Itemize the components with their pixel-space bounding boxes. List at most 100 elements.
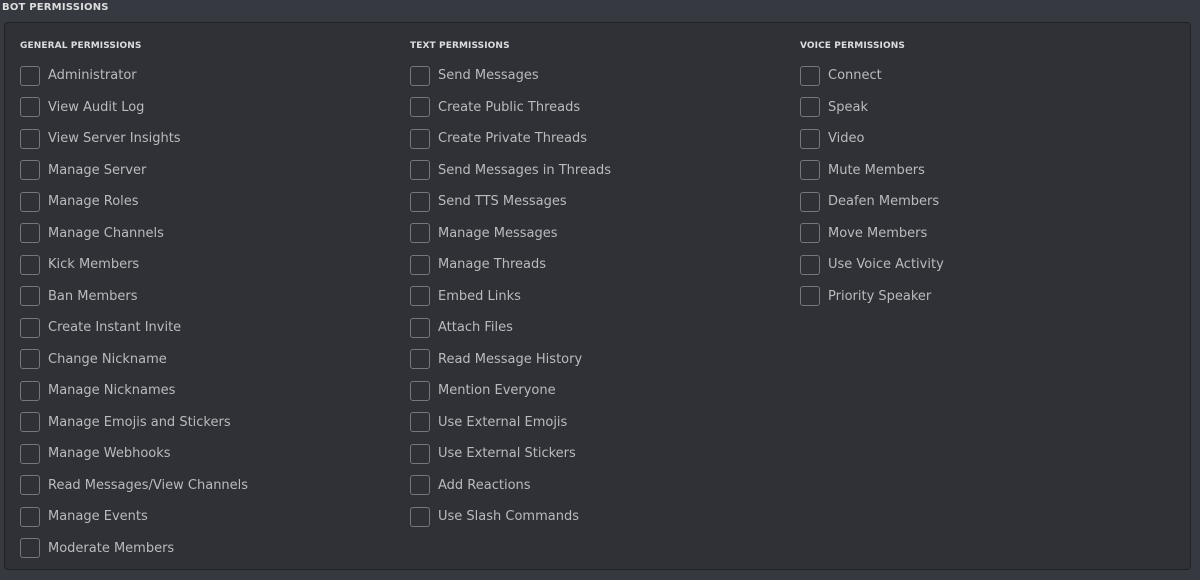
permission-checkbox[interactable] bbox=[20, 349, 40, 370]
permission-label: Create Public Threads bbox=[438, 99, 581, 115]
permission-item[interactable]: Move Members bbox=[800, 218, 944, 250]
general-permissions-list: Administrator View Audit Log View Server I… bbox=[20, 60, 248, 564]
permission-checkbox[interactable] bbox=[20, 223, 40, 244]
permission-label: Manage Emojis and Stickers bbox=[48, 414, 231, 430]
permission-checkbox[interactable] bbox=[800, 191, 820, 212]
permission-checkbox[interactable] bbox=[410, 65, 430, 86]
permission-checkbox[interactable] bbox=[410, 443, 430, 464]
permission-checkbox[interactable] bbox=[410, 286, 430, 307]
permission-checkbox[interactable] bbox=[20, 286, 40, 307]
permission-label: Add Reactions bbox=[438, 477, 531, 493]
permission-item[interactable]: Read Message History bbox=[410, 344, 611, 376]
permission-item[interactable]: Use Voice Activity bbox=[800, 249, 944, 281]
permission-label: Speak bbox=[828, 99, 868, 115]
permission-checkbox[interactable] bbox=[20, 128, 40, 149]
permission-label: Use Voice Activity bbox=[828, 257, 944, 273]
permission-checkbox[interactable] bbox=[800, 97, 820, 118]
permission-item[interactable]: Mute Members bbox=[800, 155, 944, 187]
permission-item[interactable]: Manage Channels bbox=[20, 218, 248, 250]
permission-checkbox[interactable] bbox=[800, 160, 820, 181]
permission-checkbox[interactable] bbox=[20, 506, 40, 527]
permission-label: Manage Channels bbox=[48, 225, 164, 241]
permission-item[interactable]: Send Messages bbox=[410, 60, 611, 92]
permission-checkbox[interactable] bbox=[800, 223, 820, 244]
permission-checkbox[interactable] bbox=[20, 160, 40, 181]
permission-label: Embed Links bbox=[438, 288, 521, 304]
text-permissions-column: TEXT PERMISSIONS Send Messages Create Pub… bbox=[410, 39, 611, 533]
permission-item[interactable]: Use Slash Commands bbox=[410, 501, 611, 533]
permission-checkbox[interactable] bbox=[800, 254, 820, 275]
permission-item[interactable]: Manage Events bbox=[20, 501, 248, 533]
permission-label: Use External Emojis bbox=[438, 414, 568, 430]
permission-label: Use External Stickers bbox=[438, 446, 576, 462]
permission-checkbox[interactable] bbox=[410, 191, 430, 212]
permission-checkbox[interactable] bbox=[410, 223, 430, 244]
permission-item[interactable]: Attach Files bbox=[410, 312, 611, 344]
permission-checkbox[interactable] bbox=[800, 286, 820, 307]
permission-item[interactable]: Manage Server bbox=[20, 155, 248, 187]
permission-label: Moderate Members bbox=[48, 540, 175, 556]
permission-item[interactable]: Manage Webhooks bbox=[20, 438, 248, 470]
permissions-panel: GENERAL PERMISSIONS Administrator View Au… bbox=[4, 22, 1191, 570]
section-title: BOT PERMISSIONS bbox=[2, 2, 109, 13]
permission-item[interactable]: Administrator bbox=[20, 60, 248, 92]
permission-item[interactable]: Read Messages/View Channels bbox=[20, 470, 248, 502]
permission-checkbox[interactable] bbox=[410, 317, 430, 338]
permission-checkbox[interactable] bbox=[410, 97, 430, 118]
permission-item[interactable]: Mention Everyone bbox=[410, 375, 611, 407]
permission-checkbox[interactable] bbox=[20, 191, 40, 212]
permission-checkbox[interactable] bbox=[20, 538, 40, 559]
permission-checkbox[interactable] bbox=[410, 412, 430, 433]
permission-checkbox[interactable] bbox=[20, 412, 40, 433]
voice-permissions-column: VOICE PERMISSIONS Connect Speak Video Mute … bbox=[800, 39, 944, 312]
permission-item[interactable]: Video bbox=[800, 123, 944, 155]
permission-item[interactable]: Create Instant Invite bbox=[20, 312, 248, 344]
permission-item[interactable]: Manage Nicknames bbox=[20, 375, 248, 407]
permission-item[interactable]: Connect bbox=[800, 60, 944, 92]
permission-checkbox[interactable] bbox=[410, 506, 430, 527]
permission-checkbox[interactable] bbox=[20, 475, 40, 496]
permission-checkbox[interactable] bbox=[20, 65, 40, 86]
permission-label: Use Slash Commands bbox=[438, 509, 579, 525]
permission-item[interactable]: Send Messages in Threads bbox=[410, 155, 611, 187]
permission-item[interactable]: Manage Threads bbox=[410, 249, 611, 281]
permission-item[interactable]: Speak bbox=[800, 92, 944, 124]
permission-checkbox[interactable] bbox=[410, 475, 430, 496]
permission-item[interactable]: Create Private Threads bbox=[410, 123, 611, 155]
permission-item[interactable]: View Audit Log bbox=[20, 92, 248, 124]
permission-item[interactable]: Send TTS Messages bbox=[410, 186, 611, 218]
permission-item[interactable]: Change Nickname bbox=[20, 344, 248, 376]
permission-item[interactable]: Use External Emojis bbox=[410, 407, 611, 439]
permission-checkbox[interactable] bbox=[20, 317, 40, 338]
permission-checkbox[interactable] bbox=[410, 128, 430, 149]
permission-label: Manage Messages bbox=[438, 225, 558, 241]
permission-checkbox[interactable] bbox=[410, 160, 430, 181]
permission-item[interactable]: Deafen Members bbox=[800, 186, 944, 218]
voice-permissions-header: VOICE PERMISSIONS bbox=[800, 41, 905, 51]
permission-item[interactable]: Manage Messages bbox=[410, 218, 611, 250]
permission-checkbox[interactable] bbox=[800, 128, 820, 149]
permission-item[interactable]: Use External Stickers bbox=[410, 438, 611, 470]
permission-label: Video bbox=[828, 131, 865, 147]
permission-item[interactable]: Create Public Threads bbox=[410, 92, 611, 124]
permission-item[interactable]: Manage Roles bbox=[20, 186, 248, 218]
permission-item[interactable]: Moderate Members bbox=[20, 533, 248, 565]
permission-checkbox[interactable] bbox=[410, 254, 430, 275]
permission-checkbox[interactable] bbox=[410, 380, 430, 401]
permission-item[interactable]: View Server Insights bbox=[20, 123, 248, 155]
permission-item[interactable]: Kick Members bbox=[20, 249, 248, 281]
permission-item[interactable]: Add Reactions bbox=[410, 470, 611, 502]
permission-checkbox[interactable] bbox=[20, 443, 40, 464]
permission-checkbox[interactable] bbox=[20, 254, 40, 275]
permission-item[interactable]: Embed Links bbox=[410, 281, 611, 313]
permission-label: Kick Members bbox=[48, 257, 140, 273]
permission-label: Manage Roles bbox=[48, 194, 139, 210]
permission-checkbox[interactable] bbox=[410, 349, 430, 370]
permission-item[interactable]: Priority Speaker bbox=[800, 281, 944, 313]
permission-checkbox[interactable] bbox=[800, 65, 820, 86]
permission-item[interactable]: Manage Emojis and Stickers bbox=[20, 407, 248, 439]
permission-checkbox[interactable] bbox=[20, 97, 40, 118]
permission-item[interactable]: Ban Members bbox=[20, 281, 248, 313]
permission-label: Ban Members bbox=[48, 288, 138, 304]
permission-checkbox[interactable] bbox=[20, 380, 40, 401]
